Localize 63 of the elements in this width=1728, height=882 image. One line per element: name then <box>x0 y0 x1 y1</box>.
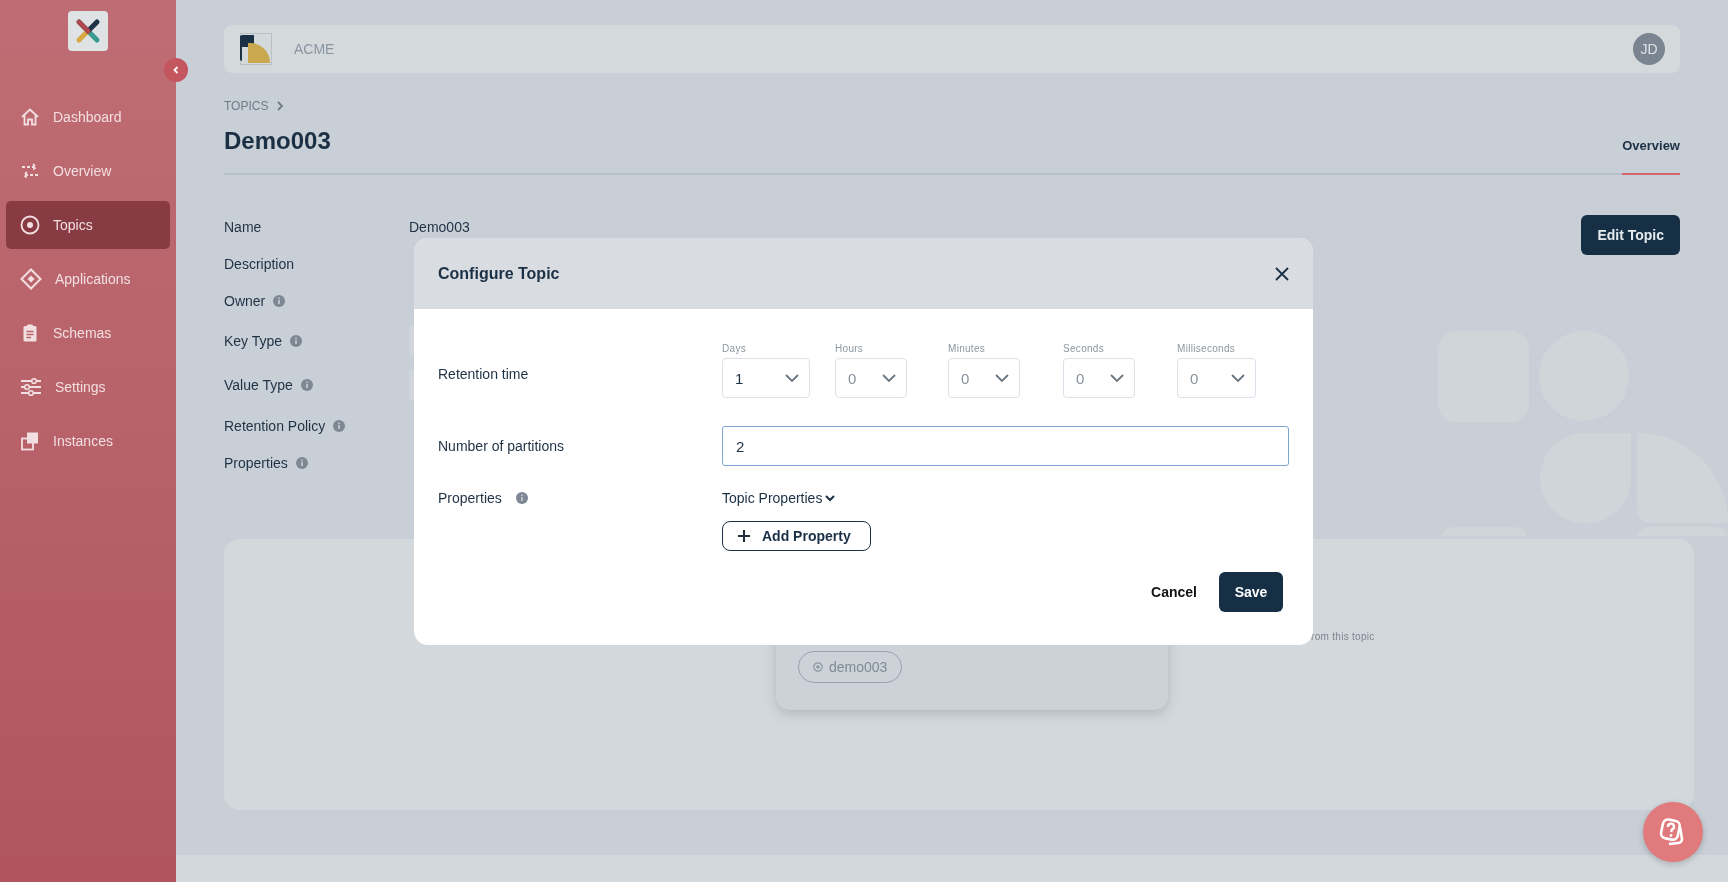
topic-properties-dropdown[interactable]: Topic Properties <box>722 488 836 508</box>
add-property-button[interactable]: Add Property <box>722 521 871 551</box>
org-logo <box>240 33 272 65</box>
dropdown[interactable]: 0 <box>1063 358 1135 398</box>
sidebar-item[interactable]: Topics <box>6 201 170 249</box>
sidebar-item[interactable]: Overview <box>6 147 170 195</box>
unit-label: Days <box>722 343 747 354</box>
home-icon <box>20 107 40 127</box>
chevron-down-icon <box>995 374 1009 382</box>
help-button[interactable] <box>1643 802 1703 862</box>
field-label: Key Type <box>224 333 283 349</box>
unit-label: Minutes <box>948 343 987 354</box>
unit-label: Seconds <box>1063 343 1106 354</box>
field-label: Owner <box>224 292 266 309</box>
field-label: Properties <box>438 490 502 506</box>
sidebar-item[interactable]: Settings <box>6 363 170 411</box>
user-avatar[interactable]: JD <box>1633 33 1665 65</box>
edit-topic-button[interactable]: Edit Topic <box>1581 215 1680 255</box>
field-label: Properties <box>224 454 288 471</box>
app-logo[interactable] <box>68 11 108 51</box>
sidebar-item[interactable]: Schemas <box>6 309 170 357</box>
target-icon <box>20 215 40 235</box>
sliders-icon <box>20 377 42 397</box>
dropdown[interactable]: 0 <box>1177 358 1256 398</box>
breadcrumb-link[interactable]: TOPICS <box>224 99 269 113</box>
organization-name: ACME <box>294 41 335 57</box>
tab[interactable]: Overview <box>1622 138 1680 175</box>
dropdown[interactable]: 1 <box>722 358 810 398</box>
chevron-down-icon <box>785 374 799 382</box>
field-label: Retention Policy <box>224 417 326 434</box>
chevron-right-icon <box>276 101 285 111</box>
field-label: Description <box>224 255 295 272</box>
dropdown[interactable]: 0 <box>835 358 907 398</box>
field-label: Number of partitions <box>438 438 566 454</box>
chevron-down-icon <box>1231 374 1245 382</box>
chevron-left-icon <box>171 65 181 75</box>
sidebar-item[interactable]: Applications <box>6 255 170 303</box>
clipboard-icon <box>20 323 40 343</box>
dropdown[interactable]: 0 <box>948 358 1020 398</box>
sidebar-item[interactable]: Dashboard <box>6 93 170 141</box>
sidebar-item[interactable]: Instances <box>6 417 170 465</box>
unit-label: Milliseconds <box>1177 343 1237 354</box>
chevron-down-icon <box>1110 374 1124 382</box>
cancel-button[interactable]: Cancel <box>1151 584 1197 600</box>
field-label: Value Type <box>224 377 293 393</box>
card-caption: rom this topic <box>1311 631 1375 642</box>
input-field[interactable]: 2 <box>722 426 1289 466</box>
field-label: Name <box>224 218 262 235</box>
diamond-icon <box>20 268 42 290</box>
target-icon <box>813 662 823 672</box>
save-button[interactable]: Save <box>1219 572 1283 612</box>
close-button[interactable] <box>1274 265 1290 282</box>
collapse-sidebar-button[interactable] <box>164 58 188 82</box>
plus-icon <box>738 530 750 542</box>
page-title: Demo003 <box>224 127 331 155</box>
chevron-down-icon <box>882 374 896 382</box>
caret-icon <box>825 494 836 502</box>
unit-label: Hours <box>835 343 865 354</box>
stacked-squares-icon <box>20 431 40 451</box>
transfer-arrows-icon <box>20 161 40 181</box>
field-value: Demo003 <box>409 218 470 235</box>
field-label: Retention time <box>438 365 530 382</box>
dialog-title: Configure Topic <box>438 264 560 283</box>
